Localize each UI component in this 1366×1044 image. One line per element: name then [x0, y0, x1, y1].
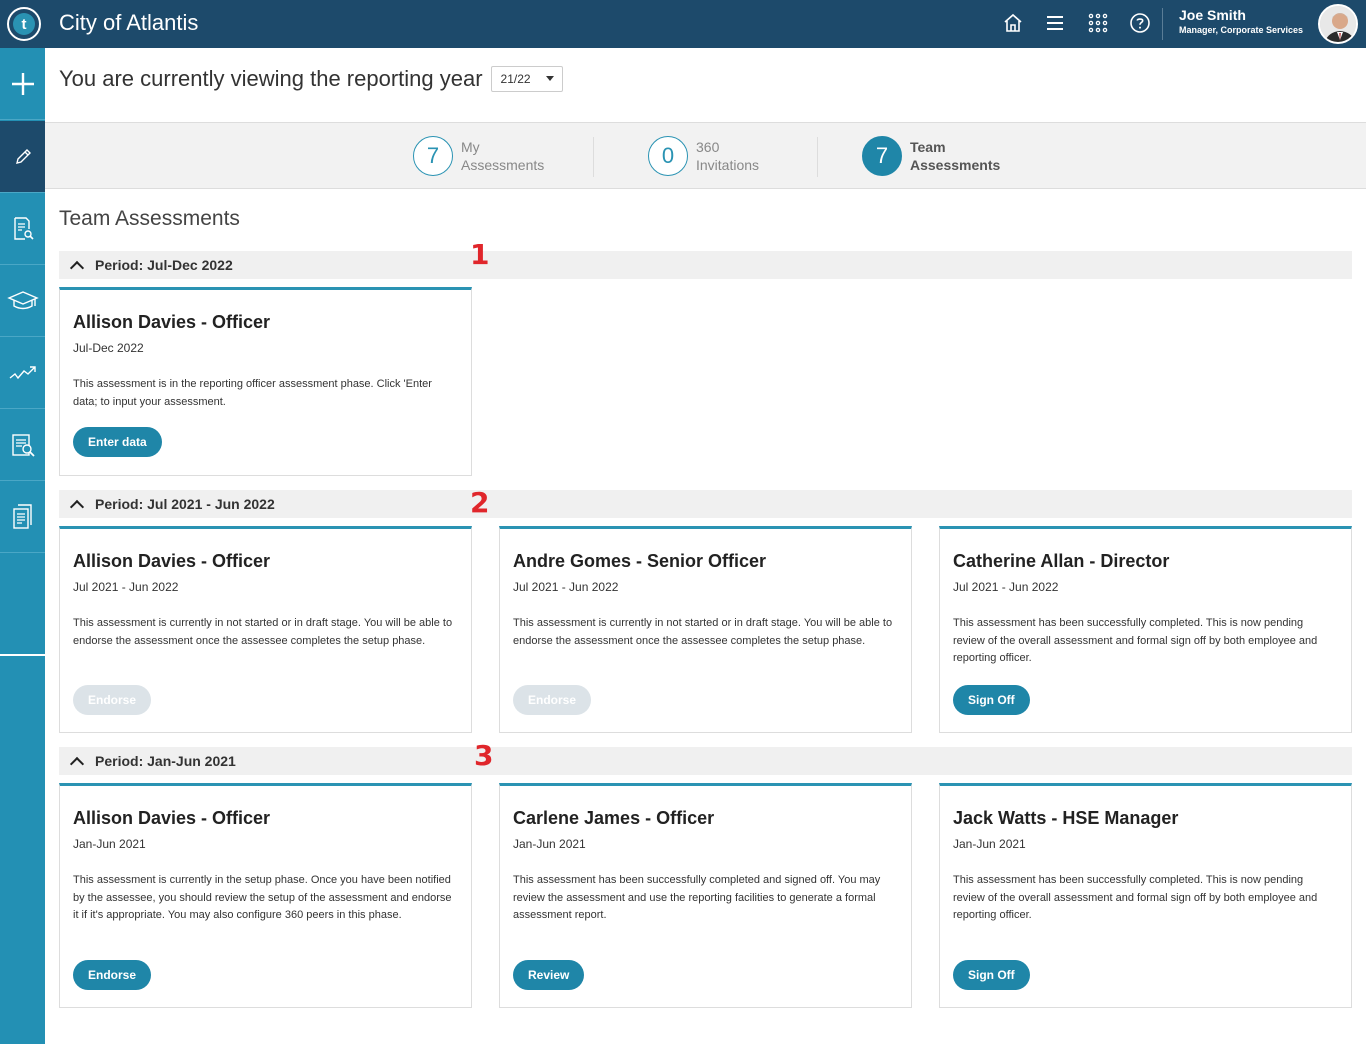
enter-data-button[interactable]: Enter data [73, 427, 162, 457]
endorse-button[interactable]: Endorse [513, 685, 592, 715]
tab-count: 0 [648, 136, 688, 176]
card-description: This assessment is currently in not star… [73, 617, 453, 647]
endorse-button[interactable]: Endorse [73, 685, 152, 715]
card-title: Jack Watts - HSE Manager [953, 808, 1179, 828]
app-title: City of Atlantis [59, 10, 199, 35]
card-description: This assessment has been successfully co… [953, 617, 1318, 664]
card-title: Allison Davies - Officer [73, 551, 271, 571]
card-title: Catherine Allan - Director [953, 551, 1170, 571]
period-label: Period: Jan-Jun 2021 [95, 753, 236, 769]
card-title: Allison Davies - Officer [73, 312, 271, 332]
sign-off-button[interactable]: Sign Off [953, 960, 1030, 990]
card-title: Andre Gomes - Senior Officer [513, 551, 767, 571]
assessment-tabs: 7 My Assessments 0 360 Invitations 7 Team A… [45, 122, 1366, 189]
help-icon[interactable] [1127, 10, 1153, 36]
card-description: This assessment has been successfully co… [513, 874, 881, 921]
sign-off-button[interactable]: Sign Off [953, 685, 1030, 715]
assessment-card: Carlene James - Officer Jan-Jun 2021 Thi… [499, 783, 912, 1008]
tab-divider [593, 137, 594, 177]
chevron-down-icon [545, 76, 554, 81]
sidebar-divider [0, 654, 45, 656]
card-period: Jul-Dec 2022 [73, 341, 144, 355]
top-bar: t City of Atlantis Joe Smith Manager, Co… [0, 0, 1366, 48]
period-header[interactable]: Period: Jan-Jun 2021 [59, 747, 1352, 775]
tab-label: 360 Invitations [696, 139, 760, 173]
annotation-marker: 1 [470, 238, 490, 271]
assessment-card: Allison Davies - Officer Jul 2021 - Jun … [59, 526, 472, 733]
sidebar [0, 48, 45, 1044]
card-title: Allison Davies - Officer [73, 808, 271, 828]
tab-divider [817, 137, 818, 177]
period-header[interactable]: Period: Jul 2021 - Jun 2022 [59, 490, 1352, 518]
pencil-icon[interactable] [0, 121, 45, 193]
tab-label: My Assessments [461, 139, 545, 173]
assessment-card: Andre Gomes - Senior Officer Jul 2021 - … [499, 526, 912, 733]
chevron-up-icon [69, 756, 85, 772]
period-label: Period: Jul-Dec 2022 [95, 257, 233, 273]
period-label: Period: Jul 2021 - Jun 2022 [95, 496, 275, 512]
home-icon[interactable] [1000, 10, 1026, 36]
card-description: This assessment is currently in the setu… [73, 874, 452, 921]
reporting-year-select[interactable]: 21/22 [490, 66, 563, 92]
card-period: Jan-Jun 2021 [513, 837, 586, 851]
annotation-marker: 3 [474, 739, 494, 772]
user-name[interactable]: Joe Smith [1179, 7, 1246, 23]
period-header[interactable]: Period: Jul-Dec 2022 [59, 251, 1352, 279]
document-search-icon[interactable] [0, 193, 45, 265]
app-logo[interactable]: t [7, 7, 41, 41]
tab-team-assessments[interactable]: 7 Team Assessments [862, 135, 1000, 177]
card-period: Jul 2021 - Jun 2022 [953, 580, 1059, 594]
card-period: Jan-Jun 2021 [73, 837, 146, 851]
user-role: Manager, Corporate Services [1179, 25, 1304, 35]
assessment-card: Allison Davies - Officer Jan-Jun 2021 Th… [59, 783, 472, 1008]
chevron-up-icon [69, 260, 85, 276]
assessment-card: Catherine Allan - Director Jul 2021 - Ju… [939, 526, 1352, 733]
add-icon[interactable] [0, 48, 45, 120]
graduation-cap-icon[interactable] [0, 265, 45, 337]
apps-grid-icon[interactable] [1085, 10, 1111, 36]
reporting-year-value: 21/22 [500, 72, 531, 86]
card-period: Jul 2021 - Jun 2022 [513, 580, 619, 594]
page-title: Team Assessments [59, 207, 240, 230]
reporting-year-row: You are currently viewing the reporting … [59, 64, 563, 94]
avatar[interactable] [1318, 4, 1358, 44]
reporting-year-label: You are currently viewing the reporting … [59, 66, 483, 91]
report-search-icon[interactable] [0, 409, 45, 481]
tab-my-assessments[interactable]: 7 My Assessments [413, 135, 544, 177]
topbar-divider [1162, 8, 1163, 40]
assessment-card: Allison Davies - Officer Jul-Dec 2022 Th… [59, 287, 472, 476]
chevron-up-icon [69, 499, 85, 515]
documents-icon[interactable] [0, 481, 45, 553]
review-button[interactable]: Review [513, 960, 585, 990]
card-description: This assessment has been successfully co… [953, 874, 1318, 921]
tab-count: 7 [862, 136, 902, 176]
card-period: Jul 2021 - Jun 2022 [73, 580, 179, 594]
tab-label: Team Assessments [910, 139, 1001, 173]
trend-icon[interactable] [0, 337, 45, 409]
card-period: Jan-Jun 2021 [953, 837, 1026, 851]
annotation-marker: 2 [470, 486, 490, 519]
menu-icon[interactable] [1042, 10, 1068, 36]
card-description: This assessment is currently in not star… [513, 617, 893, 647]
tab-360-invitations[interactable]: 0 360 Invitations [648, 135, 759, 177]
endorse-button[interactable]: Endorse [73, 960, 152, 990]
card-title: Carlene James - Officer [513, 808, 715, 828]
tab-count: 7 [413, 136, 453, 176]
logo-letter: t [13, 13, 35, 35]
assessment-card: Jack Watts - HSE Manager Jan-Jun 2021 Th… [939, 783, 1352, 1008]
